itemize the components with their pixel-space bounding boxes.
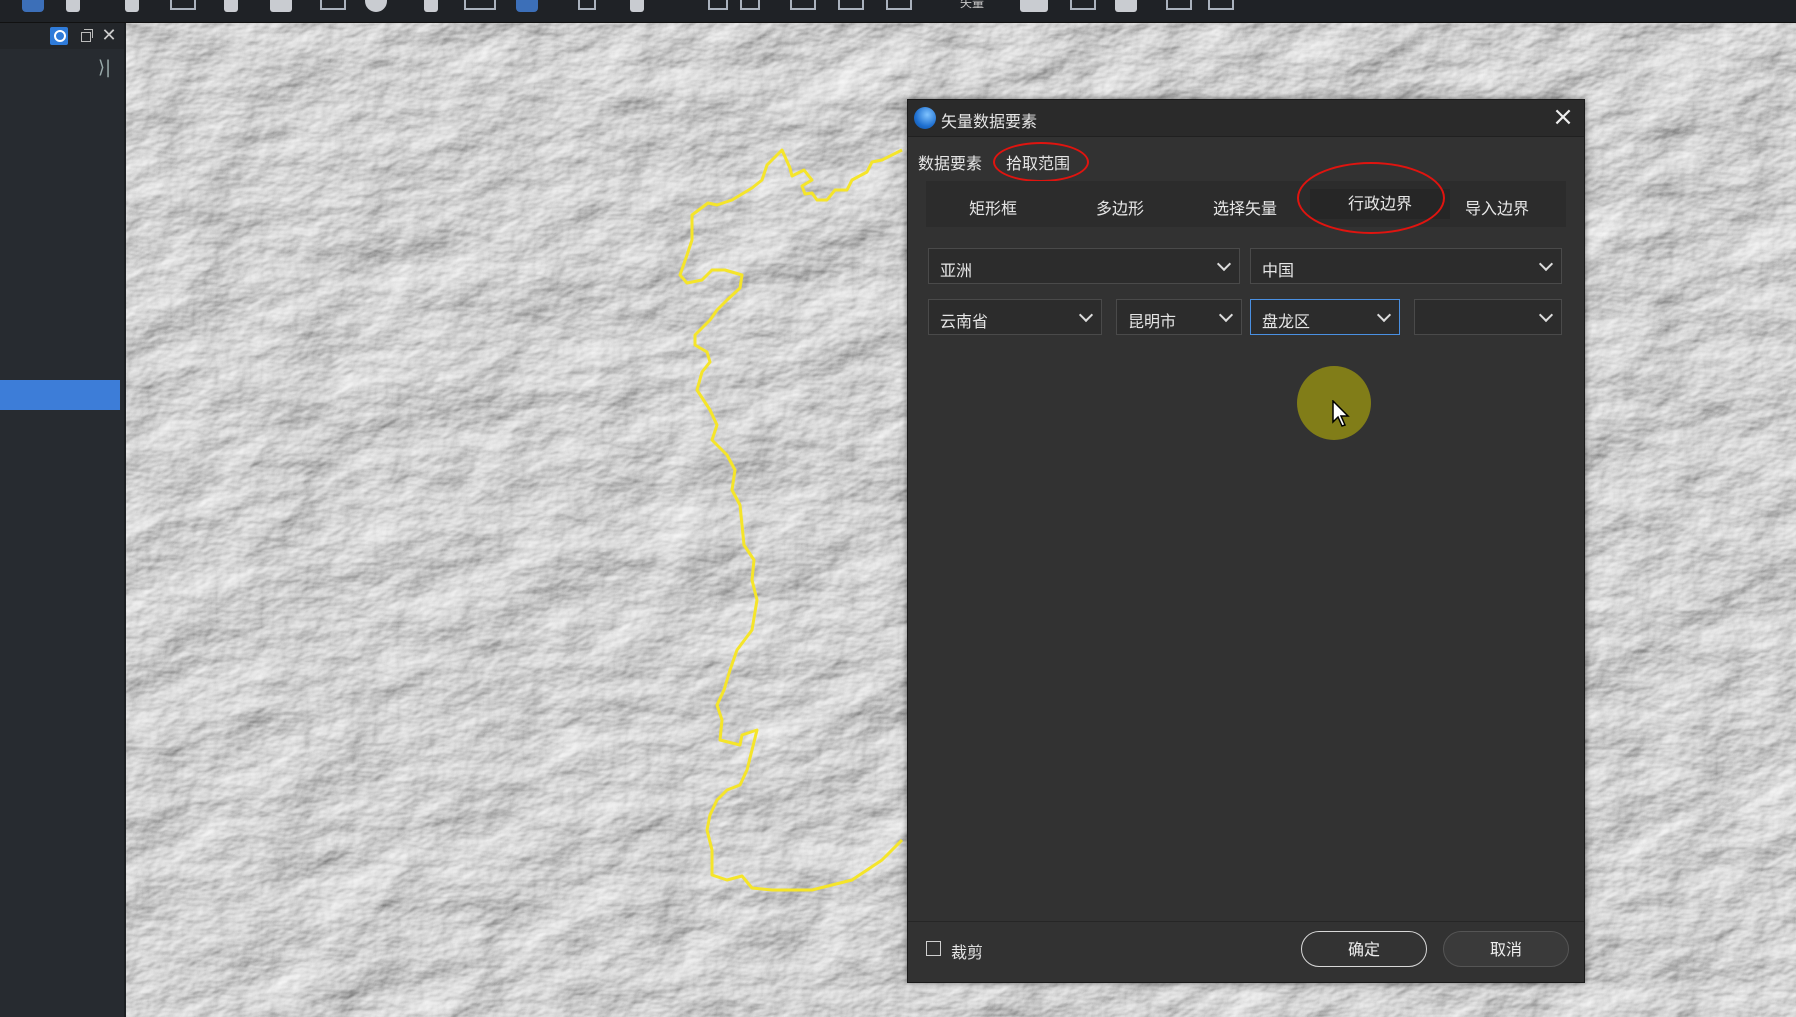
chart-tool-icon[interactable]: [1166, 0, 1192, 10]
dialog-footer: 裁剪 确定 取消: [908, 921, 1584, 982]
select-icon[interactable]: [838, 0, 864, 10]
collapse-panel-icon[interactable]: ⟩|: [98, 57, 111, 78]
circle-tool-icon[interactable]: [365, 0, 387, 12]
chevron-down-icon: [1216, 256, 1232, 272]
polygon-tool-icon[interactable]: [320, 0, 346, 10]
country-select[interactable]: 中国: [1250, 248, 1562, 284]
subtab-select-vector[interactable]: 选择矢量: [1213, 195, 1277, 219]
navigate-tool-icon[interactable]: [125, 0, 139, 12]
ok-button[interactable]: 确定: [1301, 931, 1427, 967]
undo-icon[interactable]: [708, 0, 728, 10]
vector-label[interactable]: 矢量: [960, 0, 984, 10]
continent-select[interactable]: 亚洲: [928, 248, 1240, 284]
marker-tool-icon[interactable]: [224, 0, 238, 12]
vector-data-dialog: 矢量数据要素 × 数据要素 拾取范围 矩形框 多边形 选择矢量 行政边界 导入边…: [907, 99, 1585, 983]
mouse-cursor-icon: [1332, 400, 1350, 427]
cancel-button[interactable]: 取消: [1443, 931, 1569, 967]
edit-tool-icon[interactable]: [630, 0, 644, 12]
chevron-down-icon: [1376, 307, 1392, 323]
province-select[interactable]: 云南省: [928, 299, 1102, 335]
ruler-tool-icon[interactable]: [464, 0, 496, 10]
subtab-import-boundary[interactable]: 导入边界: [1465, 195, 1529, 219]
rect-tool-icon[interactable]: [270, 0, 292, 12]
tab-data-features[interactable]: 数据要素: [918, 150, 982, 174]
measure-tool-icon[interactable]: [170, 0, 196, 10]
subtab-rectangle[interactable]: 矩形框: [969, 195, 1017, 219]
district-select[interactable]: 盘龙区: [1250, 299, 1400, 335]
close-icon[interactable]: ✕: [100, 27, 118, 45]
city-value: 昆明市: [1128, 312, 1177, 331]
subdistrict-select[interactable]: [1414, 299, 1562, 335]
pin-tool-icon[interactable]: [424, 0, 438, 12]
chevron-down-icon: [1538, 307, 1554, 323]
search-icon[interactable]: [50, 27, 68, 45]
dialog-close-button[interactable]: ×: [1550, 104, 1576, 130]
country-value: 中国: [1262, 261, 1295, 280]
layers-tool-icon[interactable]: [1070, 0, 1096, 10]
top-toolbar: 矢量: [0, 0, 1796, 23]
province-value: 云南省: [940, 312, 989, 331]
app-logo-icon: [914, 107, 936, 129]
selected-layer-item[interactable]: [0, 380, 120, 410]
annotation-circle-subtab: [1297, 162, 1445, 234]
pointer-tool-icon[interactable]: [66, 0, 80, 12]
left-panel: ✕ ⟩|: [0, 23, 126, 1017]
dialog-titlebar[interactable]: 矢量数据要素 ×: [908, 100, 1584, 137]
cut-icon[interactable]: [790, 0, 816, 10]
continent-value: 亚洲: [940, 261, 973, 280]
chevron-down-icon: [1078, 307, 1094, 323]
copy-icon[interactable]: [886, 0, 912, 10]
chevron-down-icon: [1538, 256, 1554, 272]
range-mode-tabs: 矩形框 多边形 选择矢量 行政边界 导入边界: [926, 181, 1566, 227]
chevron-down-icon: [1218, 307, 1234, 323]
left-panel-header: ✕: [0, 23, 124, 49]
layer-tool-icon[interactable]: [516, 0, 538, 12]
district-value: 盘龙区: [1262, 312, 1311, 331]
redo-icon[interactable]: [740, 0, 760, 10]
clip-label: 裁剪: [951, 943, 984, 962]
city-select[interactable]: 昆明市: [1116, 299, 1242, 335]
arrow-tool-icon[interactable]: [22, 0, 44, 12]
clip-checkbox[interactable]: [926, 941, 941, 956]
dialog-title: 矢量数据要素: [941, 112, 1038, 131]
annotation-circle-tab: [993, 142, 1089, 182]
globe-tool-icon[interactable]: [1020, 0, 1048, 12]
line-tool-icon[interactable]: [1208, 0, 1234, 10]
path-tool-icon[interactable]: [578, 0, 596, 10]
restore-icon[interactable]: [78, 27, 96, 45]
subtab-polygon[interactable]: 多边形: [1096, 195, 1144, 219]
doc-tool-icon[interactable]: [1115, 0, 1137, 12]
